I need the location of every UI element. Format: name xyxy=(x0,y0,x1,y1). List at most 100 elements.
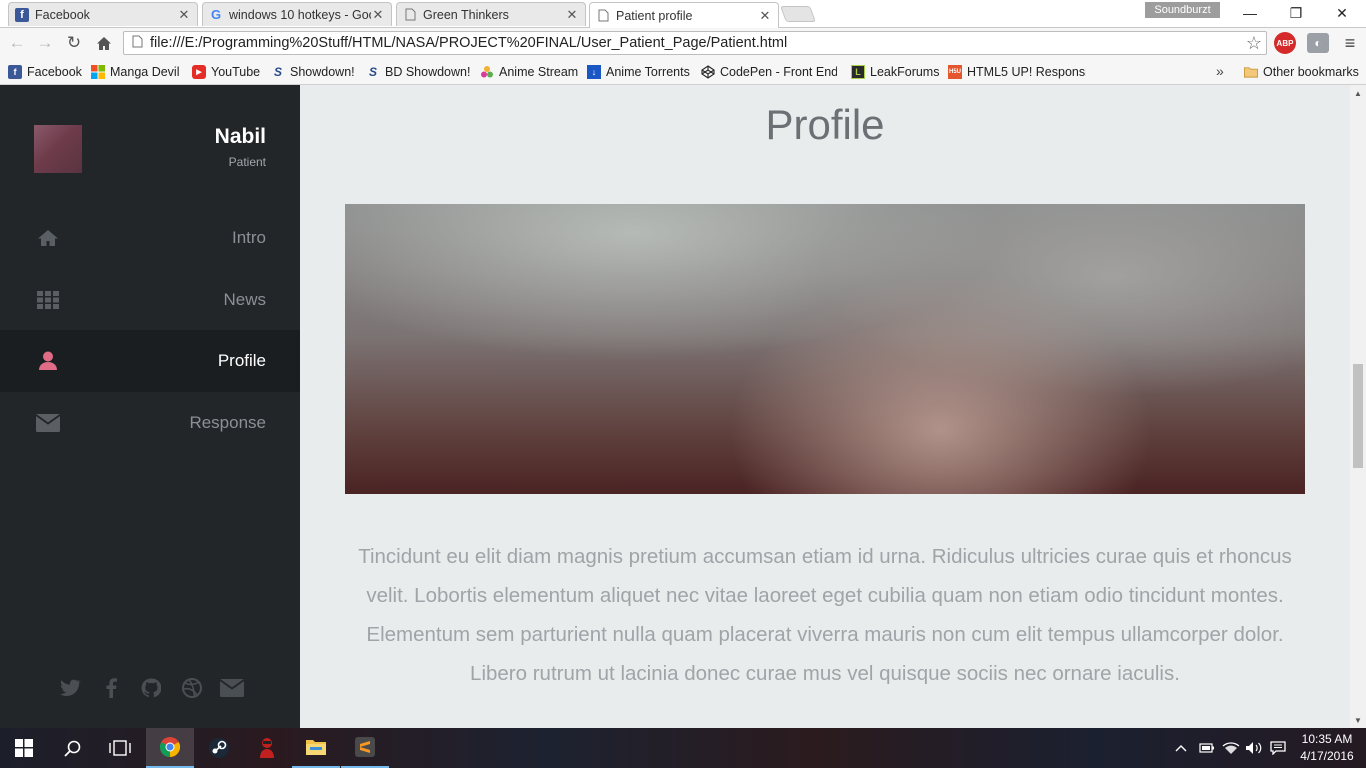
wifi-icon[interactable] xyxy=(1222,728,1240,768)
profile-button[interactable]: Soundburzt xyxy=(1145,2,1220,18)
forward-icon[interactable]: → xyxy=(33,31,57,55)
show-hidden-icons[interactable] xyxy=(1175,728,1187,768)
bookmark-label: Anime Torrents xyxy=(606,65,690,79)
close-icon[interactable]: ✕ xyxy=(177,7,191,23)
scroll-up-arrow-icon[interactable]: ▲ xyxy=(1350,85,1366,101)
bookmark-html5up[interactable]: H5U HTML5 UP! Responsiv xyxy=(948,62,1086,82)
back-icon[interactable]: ← xyxy=(5,31,29,55)
bookmark-label: Other bookmarks xyxy=(1263,65,1359,79)
bookmark-anime-stream[interactable]: Anime Stream xyxy=(480,62,578,82)
task-view-icon[interactable] xyxy=(96,728,144,768)
showdown-icon: S xyxy=(368,65,377,79)
folder-icon xyxy=(1244,65,1258,79)
action-center-icon[interactable] xyxy=(1270,728,1286,768)
game-icon[interactable] xyxy=(243,728,291,768)
profile-description: Tincidunt eu elit diam magnis pretium ac… xyxy=(358,545,1292,685)
nav-label: News xyxy=(223,290,266,309)
menu-icon[interactable]: ≡ xyxy=(1338,31,1362,55)
avatar xyxy=(34,125,82,173)
social-links xyxy=(58,675,244,701)
browser-tab-strip: f Facebook ✕ G windows 10 hotkeys - Goo … xyxy=(0,0,1366,28)
home-icon xyxy=(36,227,60,249)
bookmark-label: LeakForums xyxy=(870,65,940,79)
page-title: Profile xyxy=(765,101,885,148)
bookmark-bd-showdown[interactable]: S BD Showdown! xyxy=(366,62,470,82)
bookmark-label: HTML5 UP! Responsiv xyxy=(967,65,1086,79)
envelope-icon[interactable] xyxy=(220,676,244,700)
browser-toolbar: ← → ↻ file:///E:/Programming%20Stuff/HTM… xyxy=(0,28,1366,58)
bookmark-star-icon[interactable]: ☆ xyxy=(1246,33,1262,54)
bookmark-manga-devil[interactable]: Manga Devil xyxy=(91,62,179,82)
anime-stream-icon xyxy=(480,65,494,79)
twitter-icon[interactable] xyxy=(58,676,82,700)
github-icon[interactable] xyxy=(139,676,163,700)
sidebar: Nabil Patient Intro News Profile Respons… xyxy=(0,85,300,728)
bookmark-anime-torrents[interactable]: ↓ Anime Torrents xyxy=(587,62,690,82)
nav-label: Profile xyxy=(217,351,266,370)
nav-item-profile[interactable]: Profile xyxy=(0,330,300,392)
windows-logo-icon xyxy=(91,65,105,79)
page-icon xyxy=(403,8,417,22)
bookmark-label: Showdown! xyxy=(290,65,355,79)
close-icon[interactable]: ✕ xyxy=(565,7,579,23)
bookmark-codepen[interactable]: CodePen - Front End xyxy=(701,62,837,82)
clock-date: 4/17/2016 xyxy=(1300,749,1354,763)
close-window-icon[interactable]: ✕ xyxy=(1319,0,1365,26)
facebook-icon: f xyxy=(15,7,29,22)
dribbble-icon[interactable] xyxy=(180,676,204,700)
user-name: Nabil xyxy=(214,125,266,148)
extension-icon[interactable]: ◐ xyxy=(1307,33,1329,53)
search-icon[interactable] xyxy=(48,728,96,768)
torrent-icon: ↓ xyxy=(587,65,601,79)
tab-green-thinkers[interactable]: Green Thinkers ✕ xyxy=(396,2,586,26)
youtube-icon: ▶ xyxy=(192,65,206,79)
home-icon[interactable] xyxy=(92,31,116,55)
bookmarks-overflow-icon[interactable]: » xyxy=(1216,63,1224,79)
bookmark-facebook[interactable]: f Facebook xyxy=(8,62,82,82)
nav-item-news[interactable]: News xyxy=(0,269,300,331)
reload-icon[interactable]: ↻ xyxy=(62,31,86,55)
tab-title: Patient profile xyxy=(616,8,693,23)
bookmark-label: BD Showdown! xyxy=(385,65,471,79)
bookmark-youtube[interactable]: ▶ YouTube xyxy=(192,62,260,82)
scroll-down-arrow-icon[interactable]: ▼ xyxy=(1350,712,1366,728)
tab-title: Green Thinkers xyxy=(423,7,509,22)
windows-taskbar: 10:35 AM 4/17/2016 xyxy=(0,728,1366,768)
battery-icon[interactable] xyxy=(1199,728,1215,768)
new-tab-button[interactable] xyxy=(780,6,816,22)
facebook-icon[interactable] xyxy=(99,676,123,700)
adblock-plus-icon[interactable]: ABP xyxy=(1274,32,1296,54)
bookmark-leakforums[interactable]: L LeakForums xyxy=(851,62,939,82)
bookmarks-bar: f Facebook Manga Devil ▶ YouTube S Showd… xyxy=(0,58,1366,85)
tab-windows-hotkeys[interactable]: G windows 10 hotkeys - Goo ✕ xyxy=(202,2,392,26)
bookmark-other[interactable]: Other bookmarks xyxy=(1244,62,1359,82)
close-icon[interactable]: ✕ xyxy=(758,8,772,24)
nav-label: Response xyxy=(189,413,266,432)
start-button[interactable] xyxy=(0,728,48,768)
nav-item-response[interactable]: Response xyxy=(0,392,300,454)
system-clock[interactable]: 10:35 AM 4/17/2016 xyxy=(1296,731,1358,765)
main-content: Profile Tincidunt eu elit diam magnis pr… xyxy=(300,85,1350,728)
minimize-icon[interactable]: — xyxy=(1227,0,1273,26)
tab-title: windows 10 hotkeys - Goo xyxy=(229,7,371,22)
file-explorer-icon[interactable] xyxy=(292,728,340,768)
envelope-icon xyxy=(36,412,60,434)
close-icon[interactable]: ✕ xyxy=(371,7,385,23)
volume-icon[interactable] xyxy=(1245,728,1263,768)
steam-icon[interactable] xyxy=(195,728,243,768)
address-bar[interactable]: file:///E:/Programming%20Stuff/HTML/NASA… xyxy=(123,31,1267,55)
sublime-text-icon[interactable] xyxy=(341,728,389,768)
chrome-icon[interactable] xyxy=(146,728,194,768)
leakforums-icon: L xyxy=(851,65,865,79)
restore-icon[interactable]: ❐ xyxy=(1273,0,1319,26)
scrollbar[interactable]: ▲ ▼ xyxy=(1350,85,1366,728)
bookmark-showdown[interactable]: S Showdown! xyxy=(271,62,355,82)
tab-patient-profile[interactable]: Patient profile ✕ xyxy=(589,2,779,28)
page-icon xyxy=(124,35,150,51)
showdown-icon: S xyxy=(273,65,282,79)
bookmark-label: YouTube xyxy=(211,65,261,79)
tab-facebook[interactable]: f Facebook ✕ xyxy=(8,2,198,26)
scrollbar-thumb[interactable] xyxy=(1353,364,1363,468)
nav-item-intro[interactable]: Intro xyxy=(0,207,300,269)
bookmark-label: Facebook xyxy=(27,65,82,79)
